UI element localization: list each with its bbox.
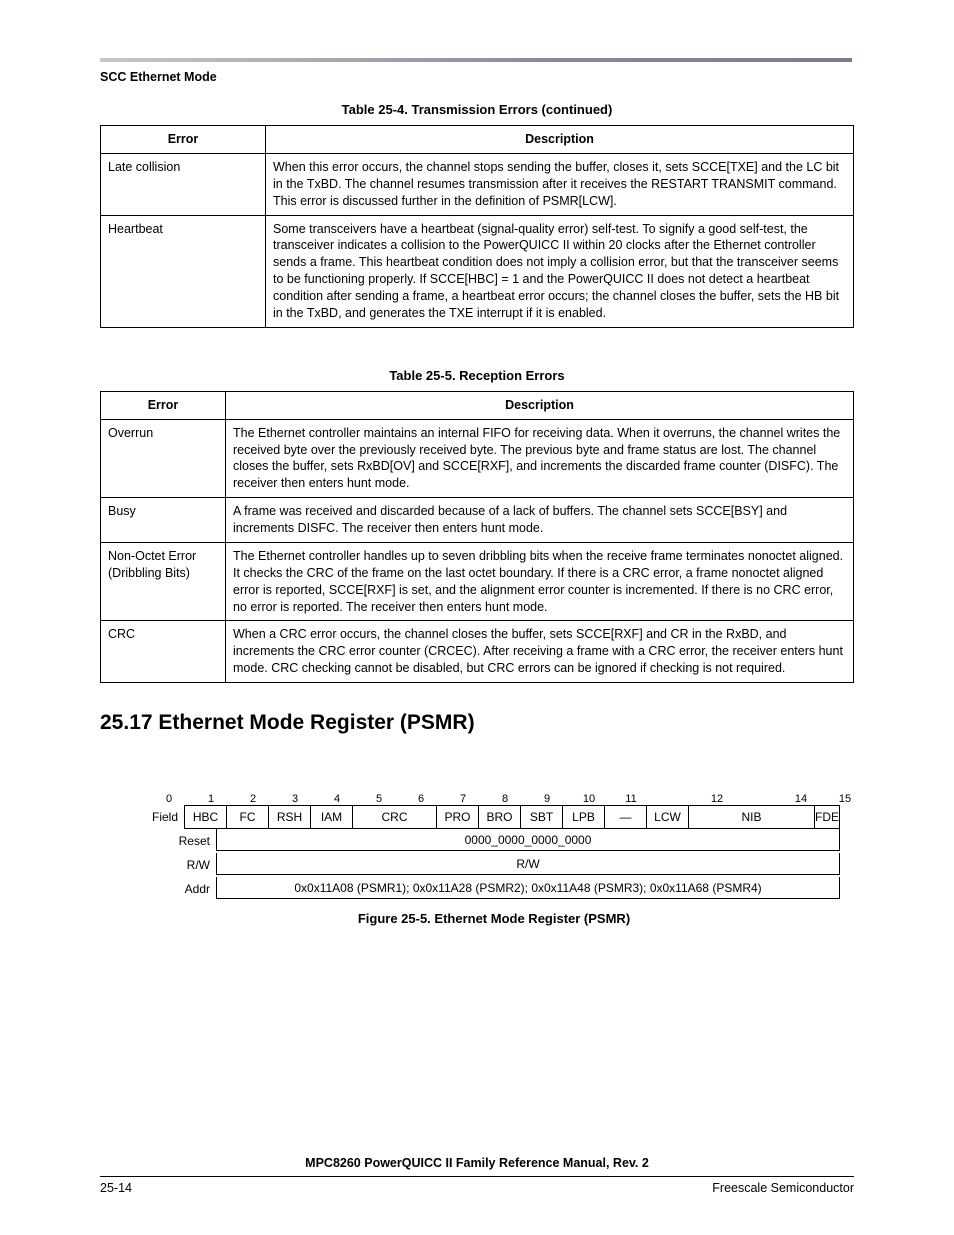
bit-number: 1 bbox=[190, 793, 232, 805]
bit-number: 3 bbox=[274, 793, 316, 805]
field-cell: IAM bbox=[311, 806, 353, 828]
table2-cell-error: CRC bbox=[101, 621, 226, 683]
table-row: Heartbeat Some transceivers have a heart… bbox=[101, 215, 854, 327]
bit-number: 4 bbox=[316, 793, 358, 805]
rw-value: R/W bbox=[216, 853, 840, 875]
table1-cell-desc: Some transceivers have a heartbeat (sign… bbox=[266, 215, 854, 327]
table-row: Non-Octet Error (Dribbling Bits) The Eth… bbox=[101, 542, 854, 621]
bit-number: 2 bbox=[232, 793, 274, 805]
field-cell: — bbox=[605, 806, 647, 828]
table2-header-error: Error bbox=[101, 391, 226, 419]
bit-number: 6 bbox=[400, 793, 442, 805]
table1-cell-error: Heartbeat bbox=[101, 215, 266, 327]
table2-cell-desc: The Ethernet controller handles up to se… bbox=[226, 542, 854, 621]
row-label-field: Field bbox=[148, 805, 184, 829]
field-cell: RSH bbox=[269, 806, 311, 828]
field-cell: LCW bbox=[647, 806, 689, 828]
table2-header-desc: Description bbox=[226, 391, 854, 419]
table2-cell-error: Overrun bbox=[101, 419, 226, 498]
table1-cell-error: Late collision bbox=[101, 153, 266, 215]
bit-number: 8 bbox=[484, 793, 526, 805]
field-cell: LPB bbox=[563, 806, 605, 828]
footer-title: MPC8260 PowerQUICC II Family Reference M… bbox=[100, 1156, 854, 1170]
bit-number: 5 bbox=[358, 793, 400, 805]
table2-cell-error: Busy bbox=[101, 498, 226, 543]
table2-caption: Table 25-5. Reception Errors bbox=[100, 368, 854, 383]
page-title: 25.17 Ethernet Mode Register (PSMR) bbox=[100, 711, 854, 735]
transmission-errors-table: Error Description Late collision When th… bbox=[100, 125, 854, 328]
addr-value: 0x0x11A08 (PSMR1); 0x0x11A28 (PSMR2); 0x… bbox=[216, 877, 840, 899]
bit-number: 12 bbox=[652, 793, 780, 805]
row-label-rw: R/W bbox=[148, 853, 216, 877]
bit-number: 7 bbox=[442, 793, 484, 805]
table1-cell-desc: When this error occurs, the channel stop… bbox=[266, 153, 854, 215]
table2-cell-desc: A frame was received and discarded becau… bbox=[226, 498, 854, 543]
table1-caption: Table 25-4. Transmission Errors (continu… bbox=[100, 102, 854, 117]
bit-number: 10 bbox=[568, 793, 610, 805]
field-cell: FC bbox=[227, 806, 269, 828]
reception-errors-table: Error Description Overrun The Ethernet c… bbox=[100, 391, 854, 683]
reset-value: 0000_0000_0000_0000 bbox=[216, 829, 840, 851]
table-row: CRC When a CRC error occurs, the channel… bbox=[101, 621, 854, 683]
field-cell: BRO bbox=[479, 806, 521, 828]
page-number: 25-14 bbox=[100, 1181, 132, 1195]
table1-header-error: Error bbox=[101, 126, 266, 154]
header-rule bbox=[100, 58, 852, 62]
table2-cell-desc: When a CRC error occurs, the channel clo… bbox=[226, 621, 854, 683]
bit-number: 11 bbox=[610, 793, 652, 805]
bit-number: 9 bbox=[526, 793, 568, 805]
register-figure: 0 1 2 3 4 5 6 7 8 9 10 11 12 14 15 Field… bbox=[148, 793, 840, 926]
company-name: Freescale Semiconductor bbox=[712, 1181, 854, 1195]
row-label-reset: Reset bbox=[148, 829, 216, 853]
page-footer: MPC8260 PowerQUICC II Family Reference M… bbox=[100, 1156, 854, 1195]
figure-caption: Figure 25-5. Ethernet Mode Register (PSM… bbox=[148, 911, 840, 926]
field-cell: CRC bbox=[353, 806, 437, 828]
table2-cell-error: Non-Octet Error (Dribbling Bits) bbox=[101, 542, 226, 621]
table-row: Late collision When this error occurs, t… bbox=[101, 153, 854, 215]
field-cell: SBT bbox=[521, 806, 563, 828]
section-header: SCC Ethernet Mode bbox=[100, 70, 854, 84]
table2-cell-desc: The Ethernet controller maintains an int… bbox=[226, 419, 854, 498]
table-row: Overrun The Ethernet controller maintain… bbox=[101, 419, 854, 498]
field-cell: FDE bbox=[815, 806, 839, 828]
table-row: Busy A frame was received and discarded … bbox=[101, 498, 854, 543]
bit-number: 15 bbox=[824, 793, 866, 805]
row-label-addr: Addr bbox=[148, 877, 216, 901]
bit-number: 14 bbox=[780, 793, 824, 805]
field-cell: NIB bbox=[689, 806, 815, 828]
field-cell: PRO bbox=[437, 806, 479, 828]
footer-rule bbox=[100, 1176, 854, 1177]
field-cell: HBC bbox=[185, 806, 227, 828]
bit-number: 0 bbox=[148, 793, 190, 805]
table1-header-desc: Description bbox=[266, 126, 854, 154]
